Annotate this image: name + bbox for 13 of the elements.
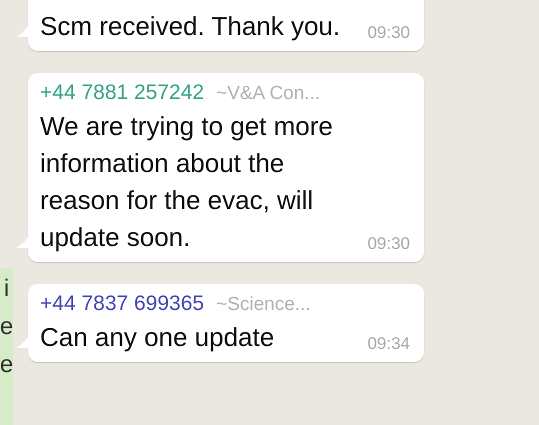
sender-name: ~Science...: [216, 293, 311, 317]
fragment-text: e: [0, 314, 13, 340]
message-time: 09:30: [367, 234, 410, 254]
sender-phone: +44 7881 257242: [40, 80, 204, 106]
fragment-text: e: [0, 352, 13, 378]
fragment-text: i: [4, 276, 10, 302]
message-text: We are trying to get more information about the reason for the evac, will update soon.: [40, 110, 334, 254]
sender-name: ~V&A Con...: [216, 82, 320, 106]
message-time: 09:30: [367, 23, 410, 43]
message-text: Scm received. Thank you.: [40, 10, 340, 43]
message-time: 09:34: [367, 334, 410, 354]
message-text: Can any one update: [40, 321, 274, 354]
sender-phone: +44 7837 699365: [40, 291, 204, 317]
